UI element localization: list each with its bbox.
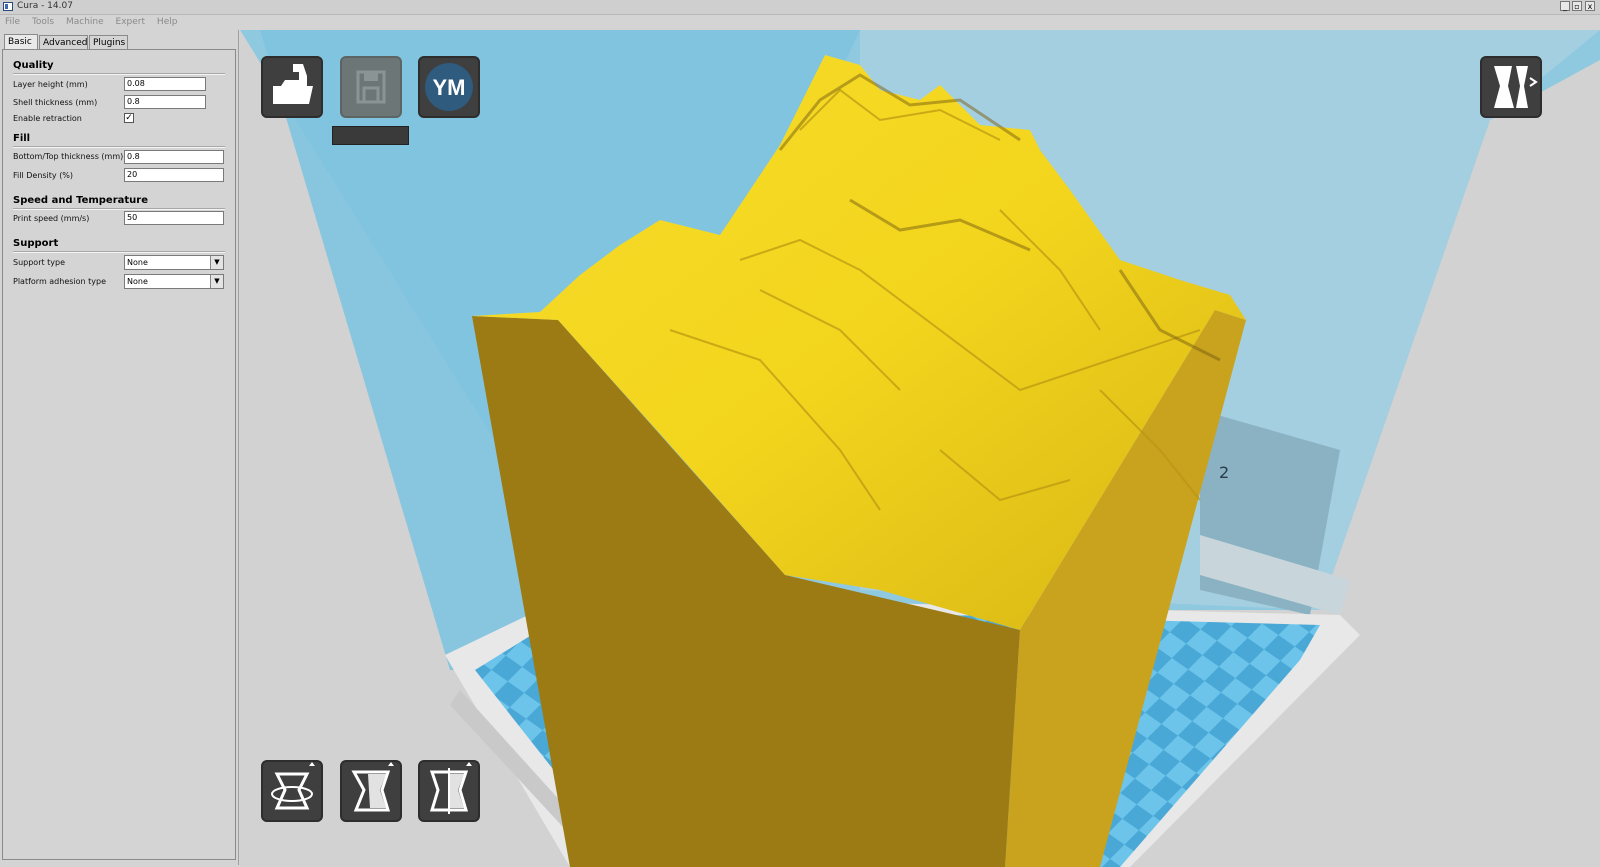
- scale-icon: [351, 762, 394, 812]
- slice-progress-bar: [332, 126, 409, 145]
- rotate-button[interactable]: [261, 760, 323, 822]
- cura-app-icon: [3, 2, 13, 11]
- shell-thickness-input[interactable]: 0.8: [124, 95, 206, 109]
- menu-bar: File Tools Machine Expert Help: [0, 15, 1600, 29]
- layer-height-input[interactable]: 0.08: [124, 77, 206, 91]
- section-divider: [13, 146, 225, 148]
- platform-adhesion-select[interactable]: None ▼: [124, 274, 224, 289]
- axis-label: 2: [1219, 463, 1230, 482]
- layer-height-label: Layer height (mm): [13, 80, 88, 89]
- enable-retraction-label: Enable retraction: [13, 114, 82, 123]
- section-divider: [13, 73, 225, 75]
- menu-machine[interactable]: Machine: [66, 17, 104, 27]
- save-gcode-button[interactable]: [340, 56, 402, 118]
- bottom-top-thickness-input[interactable]: 0.8: [124, 150, 224, 164]
- tab-plugins[interactable]: Plugins: [89, 35, 128, 50]
- platform-adhesion-label: Platform adhesion type: [13, 277, 107, 286]
- platform-adhesion-value: None: [127, 277, 148, 286]
- youmagine-button[interactable]: YM: [418, 56, 480, 118]
- fill-density-input[interactable]: 20: [124, 168, 224, 182]
- 3d-viewport[interactable]: 2 YM: [240, 30, 1600, 867]
- minimize-button[interactable]: _: [1560, 1, 1570, 11]
- tab-advanced[interactable]: Advanced: [39, 35, 88, 50]
- basic-settings-body: Quality Layer height (mm) 0.08 Shell thi…: [2, 49, 236, 860]
- section-support-title: Support: [13, 238, 59, 249]
- shell-thickness-label: Shell thickness (mm): [13, 98, 98, 107]
- section-fill-title: Fill: [13, 133, 31, 144]
- window-title: Cura - 14.07: [17, 1, 73, 11]
- scene-render: [240, 30, 1600, 867]
- support-type-label: Support type: [13, 258, 66, 267]
- load-model-icon: [273, 64, 313, 104]
- fill-density-label: Fill Density (%): [13, 171, 74, 180]
- support-type-select[interactable]: None ▼: [124, 255, 224, 270]
- view-mode-icon: [1494, 66, 1538, 108]
- view-mode-button[interactable]: [1480, 56, 1542, 118]
- youmagine-label: YM: [433, 75, 466, 100]
- menu-help[interactable]: Help: [157, 17, 178, 27]
- tab-basic[interactable]: Basic: [4, 34, 38, 50]
- menu-tools[interactable]: Tools: [32, 17, 54, 27]
- mirror-button[interactable]: [418, 760, 480, 822]
- print-speed-input[interactable]: 50: [124, 211, 224, 225]
- section-speed-title: Speed and Temperature: [13, 195, 148, 206]
- load-model-button[interactable]: [261, 56, 323, 118]
- menu-file[interactable]: File: [5, 17, 20, 27]
- section-divider: [13, 251, 225, 253]
- close-button[interactable]: x: [1585, 1, 1595, 11]
- save-floppy-icon: [356, 70, 386, 104]
- section-quality-title: Quality: [13, 60, 54, 71]
- print-speed-label: Print speed (mm/s): [13, 214, 90, 223]
- settings-panel: Basic Advanced Plugins Quality Layer hei…: [0, 30, 239, 865]
- mirror-icon: [429, 762, 472, 814]
- support-type-value: None: [127, 258, 148, 267]
- rotate-icon: [271, 762, 315, 810]
- restore-button[interactable]: ▫: [1572, 1, 1582, 11]
- scale-button[interactable]: [340, 760, 402, 822]
- bottom-top-thickness-label: Bottom/Top thickness (mm): [13, 152, 124, 161]
- title-bar: Cura - 14.07 _ ▫ x: [0, 0, 1600, 15]
- youmagine-icon: YM: [425, 63, 473, 111]
- menu-expert[interactable]: Expert: [116, 17, 146, 27]
- section-divider: [13, 208, 225, 210]
- enable-retraction-checkbox[interactable]: ✓: [124, 113, 134, 123]
- chevron-down-icon[interactable]: ▼: [210, 275, 223, 288]
- chevron-down-icon[interactable]: ▼: [210, 256, 223, 269]
